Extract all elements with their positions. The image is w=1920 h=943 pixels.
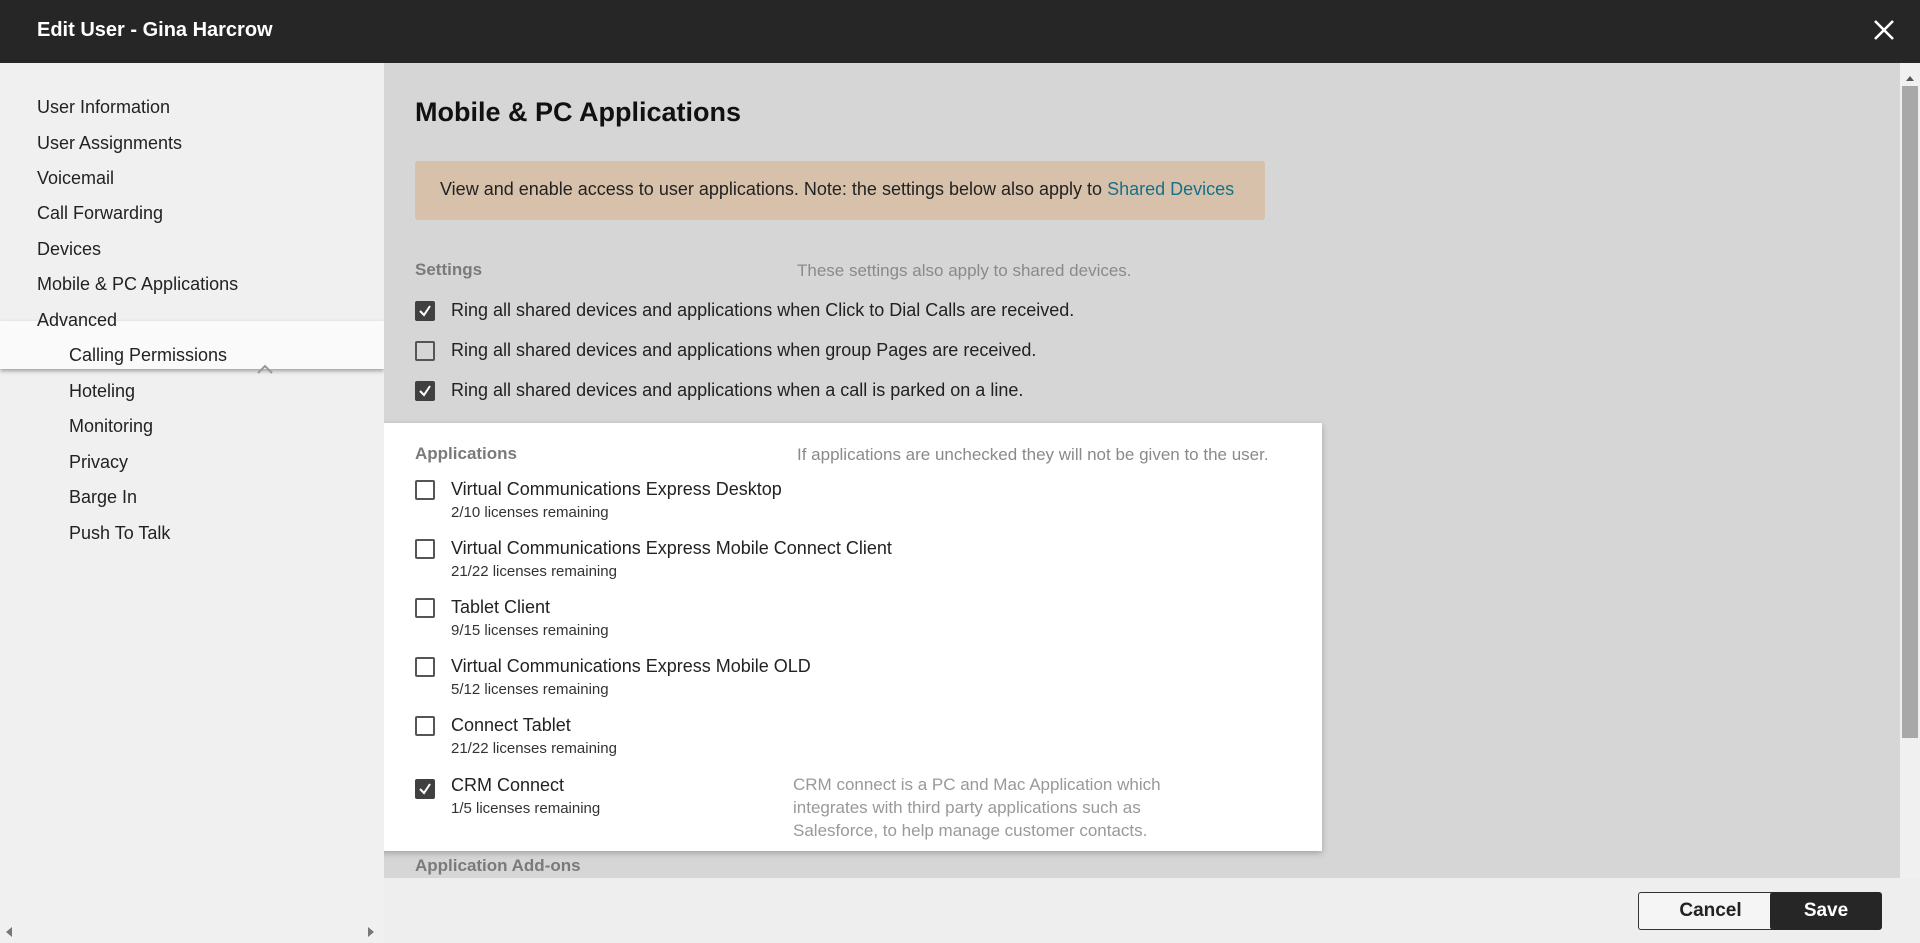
- group-pages-checkbox[interactable]: [415, 341, 435, 361]
- title-bar: Edit User - Gina Harcrow: [0, 0, 1920, 63]
- scroll-right-icon[interactable]: [366, 925, 376, 943]
- scroll-left-icon[interactable]: [4, 925, 14, 943]
- save-button[interactable]: Save: [1770, 892, 1882, 930]
- sidebar-item-mobile-pc-applications[interactable]: Mobile & PC Applications: [37, 274, 238, 295]
- applications-section-label: Applications: [415, 444, 518, 463]
- app-name: Virtual Communications Express Mobile OL…: [451, 656, 811, 676]
- app-name: Virtual Communications Express Mobile Co…: [451, 538, 892, 558]
- scrollbar-thumb[interactable]: [1902, 86, 1918, 738]
- app-licenses: 9/15 licenses remaining: [451, 622, 609, 639]
- sidebar-item-user-information[interactable]: User Information: [37, 97, 170, 118]
- app-licenses: 21/22 licenses remaining: [451, 740, 617, 757]
- sidebar-item-push-to-talk[interactable]: Push To Talk: [69, 523, 170, 544]
- notice-text: View and enable access to user applicati…: [440, 179, 1234, 200]
- setting-label: Ring all shared devices and applications…: [451, 340, 1037, 360]
- app-name: CRM Connect: [451, 775, 565, 795]
- sidebar-item-hoteling[interactable]: Hoteling: [69, 381, 135, 402]
- sidebar-item-monitoring[interactable]: Monitoring: [69, 416, 153, 437]
- scroll-up-icon[interactable]: [1905, 69, 1915, 87]
- settings-note: These settings also apply to shared devi…: [797, 261, 1132, 280]
- app-name: Connect Tablet: [451, 715, 571, 735]
- call-parked-checkbox[interactable]: [415, 381, 435, 401]
- crm-connect-note: CRM connect is a PC and Mac Application …: [793, 775, 1161, 840]
- app-checkbox[interactable]: [415, 779, 435, 799]
- applications-panel: Applications If applications are uncheck…: [384, 423, 1322, 851]
- notice-message: View and enable access to user applicati…: [440, 179, 1108, 199]
- app-checkbox[interactable]: [415, 480, 435, 500]
- app-name: Tablet Client: [451, 597, 551, 617]
- setting-label: Ring all shared devices and applications…: [451, 300, 1075, 320]
- close-icon[interactable]: [1868, 14, 1900, 46]
- app-checkbox[interactable]: [415, 716, 435, 736]
- app-checkbox[interactable]: [415, 657, 435, 677]
- sidebar-item-advanced[interactable]: Advanced: [37, 310, 117, 331]
- application-addons-label: Application Add-ons: [415, 856, 581, 875]
- sidebar-item-user-assignments[interactable]: User Assignments: [37, 133, 182, 154]
- applications-note: If applications are unchecked they will …: [797, 445, 1269, 464]
- app-licenses: 2/10 licenses remaining: [451, 504, 609, 521]
- click-to-dial-checkbox[interactable]: [415, 301, 435, 321]
- info-notice: View and enable access to user applicati…: [415, 161, 1265, 220]
- app-checkbox[interactable]: [415, 598, 435, 618]
- settings-section-label: Settings: [415, 260, 483, 279]
- app-name: Virtual Communications Express Desktop: [451, 479, 782, 499]
- sidebar-item-devices[interactable]: Devices: [37, 239, 101, 260]
- shared-devices-link[interactable]: Shared Devices: [1107, 179, 1234, 199]
- main-content: Mobile & PC Applications View and enable…: [384, 63, 1900, 878]
- app-licenses: 1/5 licenses remaining: [451, 800, 601, 817]
- setting-label: Ring all shared devices and applications…: [451, 380, 1024, 400]
- app-checkbox[interactable]: [415, 539, 435, 559]
- window-title: Edit User - Gina Harcrow: [37, 19, 273, 41]
- chevron-up-icon[interactable]: [256, 362, 274, 374]
- app-licenses: 21/22 licenses remaining: [451, 563, 617, 580]
- sidebar-item-barge-in[interactable]: Barge In: [69, 487, 137, 508]
- vertical-scrollbar[interactable]: [1900, 63, 1920, 878]
- sidebar-item-calling-permissions[interactable]: Calling Permissions: [69, 345, 227, 366]
- sidebar-item-call-forwarding[interactable]: Call Forwarding: [37, 203, 163, 224]
- page-title: Mobile & PC Applications: [415, 97, 742, 127]
- cancel-button[interactable]: Cancel: [1638, 892, 1783, 930]
- app-licenses: 5/12 licenses remaining: [451, 681, 609, 698]
- dialog-footer: Cancel Save: [384, 878, 1920, 943]
- sidebar-item-voicemail[interactable]: Voicemail: [37, 168, 114, 189]
- sidebar: User Information User Assignments Voicem…: [0, 63, 384, 943]
- sidebar-item-privacy[interactable]: Privacy: [69, 452, 128, 473]
